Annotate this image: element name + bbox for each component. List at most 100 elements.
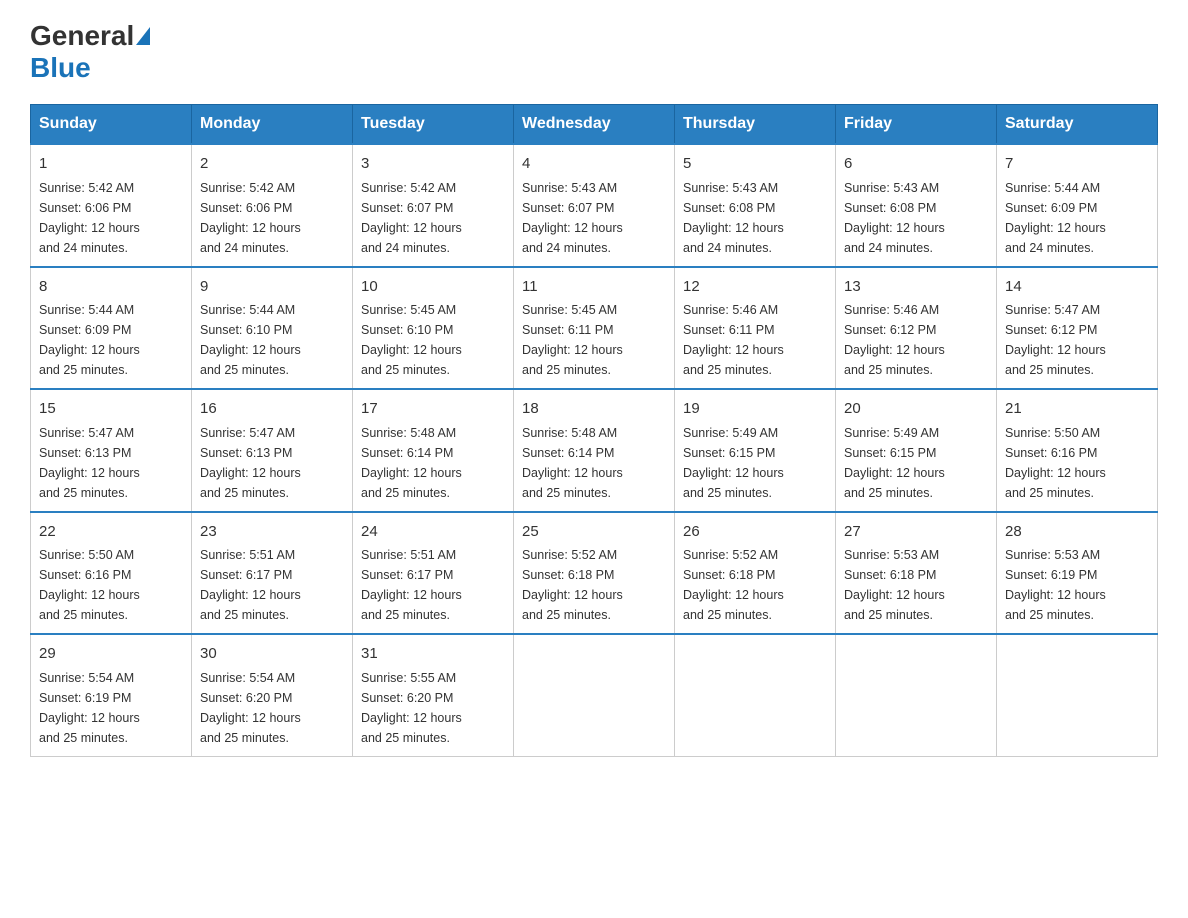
calendar-cell: 18 Sunrise: 5:48 AM Sunset: 6:14 PM Dayl…	[514, 389, 675, 512]
calendar-cell: 2 Sunrise: 5:42 AM Sunset: 6:06 PM Dayli…	[192, 144, 353, 267]
calendar-cell: 25 Sunrise: 5:52 AM Sunset: 6:18 PM Dayl…	[514, 512, 675, 635]
calendar-cell: 22 Sunrise: 5:50 AM Sunset: 6:16 PM Dayl…	[31, 512, 192, 635]
day-number: 4	[522, 153, 666, 176]
day-number: 14	[1005, 276, 1149, 299]
day-info: Sunrise: 5:47 AM Sunset: 6:13 PM Dayligh…	[39, 423, 183, 503]
calendar-cell: 13 Sunrise: 5:46 AM Sunset: 6:12 PM Dayl…	[836, 267, 997, 390]
day-info: Sunrise: 5:50 AM Sunset: 6:16 PM Dayligh…	[1005, 423, 1149, 503]
logo: General Blue	[30, 20, 152, 84]
day-info: Sunrise: 5:51 AM Sunset: 6:17 PM Dayligh…	[200, 545, 344, 625]
calendar-cell: 6 Sunrise: 5:43 AM Sunset: 6:08 PM Dayli…	[836, 144, 997, 267]
day-info: Sunrise: 5:48 AM Sunset: 6:14 PM Dayligh…	[361, 423, 505, 503]
day-info: Sunrise: 5:49 AM Sunset: 6:15 PM Dayligh…	[844, 423, 988, 503]
calendar-cell: 8 Sunrise: 5:44 AM Sunset: 6:09 PM Dayli…	[31, 267, 192, 390]
day-number: 12	[683, 276, 827, 299]
header-cell-saturday: Saturday	[997, 105, 1158, 145]
day-number: 21	[1005, 398, 1149, 421]
day-number: 18	[522, 398, 666, 421]
day-number: 22	[39, 521, 183, 544]
day-info: Sunrise: 5:43 AM Sunset: 6:08 PM Dayligh…	[683, 178, 827, 258]
day-number: 26	[683, 521, 827, 544]
day-info: Sunrise: 5:51 AM Sunset: 6:17 PM Dayligh…	[361, 545, 505, 625]
calendar-week-1: 1 Sunrise: 5:42 AM Sunset: 6:06 PM Dayli…	[31, 144, 1158, 267]
day-number: 16	[200, 398, 344, 421]
day-number: 25	[522, 521, 666, 544]
calendar-cell: 30 Sunrise: 5:54 AM Sunset: 6:20 PM Dayl…	[192, 634, 353, 756]
calendar-cell: 29 Sunrise: 5:54 AM Sunset: 6:19 PM Dayl…	[31, 634, 192, 756]
logo-general-text: General	[30, 20, 134, 52]
day-number: 19	[683, 398, 827, 421]
day-number: 9	[200, 276, 344, 299]
day-info: Sunrise: 5:43 AM Sunset: 6:08 PM Dayligh…	[844, 178, 988, 258]
day-info: Sunrise: 5:47 AM Sunset: 6:13 PM Dayligh…	[200, 423, 344, 503]
day-info: Sunrise: 5:45 AM Sunset: 6:10 PM Dayligh…	[361, 300, 505, 380]
day-info: Sunrise: 5:52 AM Sunset: 6:18 PM Dayligh…	[683, 545, 827, 625]
calendar-body: 1 Sunrise: 5:42 AM Sunset: 6:06 PM Dayli…	[31, 144, 1158, 756]
header-cell-thursday: Thursday	[675, 105, 836, 145]
calendar-cell: 12 Sunrise: 5:46 AM Sunset: 6:11 PM Dayl…	[675, 267, 836, 390]
day-number: 29	[39, 643, 183, 666]
header-row: SundayMondayTuesdayWednesdayThursdayFrid…	[31, 105, 1158, 145]
day-info: Sunrise: 5:50 AM Sunset: 6:16 PM Dayligh…	[39, 545, 183, 625]
calendar-cell: 11 Sunrise: 5:45 AM Sunset: 6:11 PM Dayl…	[514, 267, 675, 390]
header-cell-wednesday: Wednesday	[514, 105, 675, 145]
calendar-cell	[514, 634, 675, 756]
calendar-cell: 15 Sunrise: 5:47 AM Sunset: 6:13 PM Dayl…	[31, 389, 192, 512]
logo-triangle-icon	[136, 27, 150, 45]
day-info: Sunrise: 5:44 AM Sunset: 6:10 PM Dayligh…	[200, 300, 344, 380]
day-number: 24	[361, 521, 505, 544]
day-info: Sunrise: 5:54 AM Sunset: 6:19 PM Dayligh…	[39, 668, 183, 748]
day-number: 3	[361, 153, 505, 176]
calendar-cell: 23 Sunrise: 5:51 AM Sunset: 6:17 PM Dayl…	[192, 512, 353, 635]
calendar-week-2: 8 Sunrise: 5:44 AM Sunset: 6:09 PM Dayli…	[31, 267, 1158, 390]
calendar-cell: 19 Sunrise: 5:49 AM Sunset: 6:15 PM Dayl…	[675, 389, 836, 512]
day-number: 31	[361, 643, 505, 666]
calendar-cell	[997, 634, 1158, 756]
day-info: Sunrise: 5:44 AM Sunset: 6:09 PM Dayligh…	[39, 300, 183, 380]
calendar-cell: 17 Sunrise: 5:48 AM Sunset: 6:14 PM Dayl…	[353, 389, 514, 512]
calendar-cell: 27 Sunrise: 5:53 AM Sunset: 6:18 PM Dayl…	[836, 512, 997, 635]
day-number: 1	[39, 153, 183, 176]
calendar-cell: 28 Sunrise: 5:53 AM Sunset: 6:19 PM Dayl…	[997, 512, 1158, 635]
day-number: 17	[361, 398, 505, 421]
day-info: Sunrise: 5:55 AM Sunset: 6:20 PM Dayligh…	[361, 668, 505, 748]
header-cell-friday: Friday	[836, 105, 997, 145]
day-info: Sunrise: 5:46 AM Sunset: 6:12 PM Dayligh…	[844, 300, 988, 380]
day-number: 20	[844, 398, 988, 421]
calendar-week-3: 15 Sunrise: 5:47 AM Sunset: 6:13 PM Dayl…	[31, 389, 1158, 512]
calendar-week-5: 29 Sunrise: 5:54 AM Sunset: 6:19 PM Dayl…	[31, 634, 1158, 756]
calendar-cell: 14 Sunrise: 5:47 AM Sunset: 6:12 PM Dayl…	[997, 267, 1158, 390]
calendar-cell	[836, 634, 997, 756]
day-info: Sunrise: 5:44 AM Sunset: 6:09 PM Dayligh…	[1005, 178, 1149, 258]
calendar-cell: 20 Sunrise: 5:49 AM Sunset: 6:15 PM Dayl…	[836, 389, 997, 512]
calendar-header: SundayMondayTuesdayWednesdayThursdayFrid…	[31, 105, 1158, 145]
calendar-cell: 10 Sunrise: 5:45 AM Sunset: 6:10 PM Dayl…	[353, 267, 514, 390]
calendar-cell: 3 Sunrise: 5:42 AM Sunset: 6:07 PM Dayli…	[353, 144, 514, 267]
calendar-cell: 31 Sunrise: 5:55 AM Sunset: 6:20 PM Dayl…	[353, 634, 514, 756]
day-info: Sunrise: 5:47 AM Sunset: 6:12 PM Dayligh…	[1005, 300, 1149, 380]
day-info: Sunrise: 5:49 AM Sunset: 6:15 PM Dayligh…	[683, 423, 827, 503]
day-number: 11	[522, 276, 666, 299]
calendar-cell: 5 Sunrise: 5:43 AM Sunset: 6:08 PM Dayli…	[675, 144, 836, 267]
day-info: Sunrise: 5:42 AM Sunset: 6:07 PM Dayligh…	[361, 178, 505, 258]
calendar-cell: 21 Sunrise: 5:50 AM Sunset: 6:16 PM Dayl…	[997, 389, 1158, 512]
day-info: Sunrise: 5:42 AM Sunset: 6:06 PM Dayligh…	[39, 178, 183, 258]
day-number: 13	[844, 276, 988, 299]
day-info: Sunrise: 5:53 AM Sunset: 6:18 PM Dayligh…	[844, 545, 988, 625]
day-info: Sunrise: 5:43 AM Sunset: 6:07 PM Dayligh…	[522, 178, 666, 258]
calendar-cell: 9 Sunrise: 5:44 AM Sunset: 6:10 PM Dayli…	[192, 267, 353, 390]
day-info: Sunrise: 5:45 AM Sunset: 6:11 PM Dayligh…	[522, 300, 666, 380]
header-cell-tuesday: Tuesday	[353, 105, 514, 145]
day-info: Sunrise: 5:52 AM Sunset: 6:18 PM Dayligh…	[522, 545, 666, 625]
day-number: 2	[200, 153, 344, 176]
calendar-cell	[675, 634, 836, 756]
calendar-cell: 26 Sunrise: 5:52 AM Sunset: 6:18 PM Dayl…	[675, 512, 836, 635]
header-cell-sunday: Sunday	[31, 105, 192, 145]
day-number: 15	[39, 398, 183, 421]
calendar-cell: 7 Sunrise: 5:44 AM Sunset: 6:09 PM Dayli…	[997, 144, 1158, 267]
day-number: 5	[683, 153, 827, 176]
calendar-cell: 1 Sunrise: 5:42 AM Sunset: 6:06 PM Dayli…	[31, 144, 192, 267]
day-info: Sunrise: 5:46 AM Sunset: 6:11 PM Dayligh…	[683, 300, 827, 380]
day-number: 28	[1005, 521, 1149, 544]
logo-blue-text: Blue	[30, 52, 91, 83]
